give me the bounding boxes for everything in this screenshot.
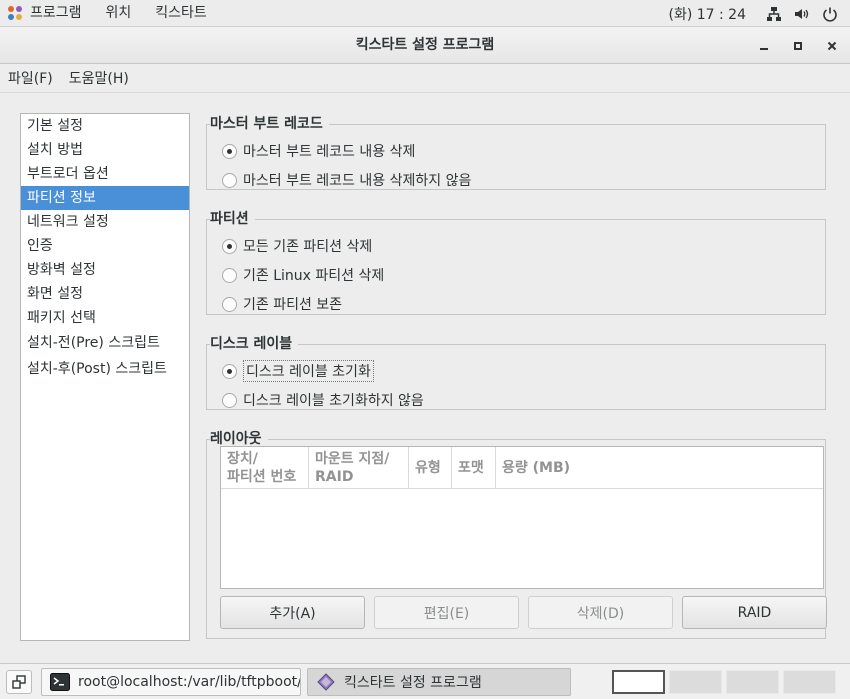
help-menu[interactable]: 도움말(H) — [61, 68, 137, 88]
remove-linux-partitions-label: 기존 Linux 파티션 삭제 — [243, 268, 385, 284]
taskbar-kickstart-label: 킥스타트 설정 프로그램 — [344, 675, 482, 691]
partitions-group-title: 파티션 — [210, 210, 255, 228]
taskbar: root@localhost:/var/lib/tftpboot/px… 킥스타… — [0, 663, 850, 699]
sidebar-item-packages[interactable]: 패키지 선택 — [21, 306, 189, 330]
taskbar-kickstart-button[interactable]: 킥스타트 설정 프로그램 — [307, 668, 571, 696]
minimize-icon — [760, 48, 768, 50]
power-icon[interactable] — [822, 6, 838, 22]
preserve-partitions-label: 기존 파티션 보존 — [243, 297, 343, 313]
workspace-3[interactable] — [726, 670, 779, 694]
menubar: 파일(F) 도움말(H) — [0, 64, 850, 93]
applications-label: 프로그램 — [30, 4, 82, 21]
remove-linux-partitions-option[interactable]: 기존 Linux 파티션 삭제 — [222, 265, 384, 285]
no-init-disklabel-option[interactable]: 디스크 레이블 초기화하지 않음 — [222, 390, 424, 410]
radio-button[interactable] — [222, 363, 237, 379]
workspace-4[interactable] — [783, 670, 836, 694]
applications-icon — [8, 6, 22, 20]
taskbar-terminal-button[interactable]: root@localhost:/var/lib/tftpboot/px… — [41, 668, 301, 696]
maximize-button[interactable] — [788, 36, 808, 56]
mbr-group-title: 마스터 부트 레코드 — [210, 115, 329, 133]
column-size[interactable]: 용량 (MB) — [496, 447, 823, 488]
no-init-disklabel-label: 디스크 레이블 초기화하지 않음 — [243, 393, 424, 409]
remove-all-partitions-label: 모든 기존 파티션 삭제 — [243, 239, 373, 255]
layout-group: 레이아웃 장치/ 파티션 번호 마운트 지점/ RAID 유형 포맷 용량 (M… — [206, 430, 827, 640]
radio-button[interactable] — [222, 172, 237, 188]
radio-button[interactable] — [222, 296, 237, 312]
radio-button[interactable] — [222, 143, 237, 159]
radio-button[interactable] — [222, 392, 237, 408]
sidebar-item-install-method[interactable]: 설치 방법 — [21, 138, 189, 162]
column-format[interactable]: 포맷 — [452, 447, 496, 488]
sidebar-item-display[interactable]: 화면 설정 — [21, 282, 189, 306]
mbr-keep-label: 마스터 부트 레코드 내용 삭제하지 않음 — [243, 173, 472, 189]
partition-table[interactable]: 장치/ 파티션 번호 마운트 지점/ RAID 유형 포맷 용량 (MB) — [220, 446, 824, 589]
mbr-clear-label: 마스터 부트 레코드 내용 삭제 — [243, 144, 416, 160]
edit-partition-button[interactable]: 편집(E) — [374, 596, 519, 629]
taskbar-terminal-label: root@localhost:/var/lib/tftpboot/px… — [78, 674, 301, 690]
workspace-2[interactable] — [669, 670, 722, 694]
sidebar-item-auth[interactable]: 인증 — [21, 234, 189, 258]
network-icon[interactable] — [766, 6, 782, 22]
maximize-icon — [794, 42, 802, 50]
remove-all-partitions-option[interactable]: 모든 기존 파티션 삭제 — [222, 236, 372, 256]
mbr-clear-option[interactable]: 마스터 부트 레코드 내용 삭제 — [222, 141, 415, 161]
column-type[interactable]: 유형 — [409, 447, 452, 488]
init-disklabel-label: 디스크 레이블 초기화 — [243, 360, 374, 382]
minimize-button[interactable] — [754, 36, 774, 56]
sidebar-item-pre-script[interactable]: 설치-전(Pre) 스크립트 — [21, 330, 189, 356]
raid-button[interactable]: RAID — [682, 596, 827, 629]
disklabel-group-title: 디스크 레이블 — [210, 335, 299, 353]
delete-partition-button[interactable]: 삭제(D) — [528, 596, 673, 629]
workspace-1[interactable] — [612, 670, 665, 694]
mbr-group: 마스터 부트 레코드 마스터 부트 레코드 내용 삭제 마스터 부트 레코드 내… — [206, 115, 826, 191]
top-panel: 프로그램 위치 킥스타트 (화) 17 : 24 — [0, 0, 850, 27]
close-icon — [827, 41, 837, 51]
clock[interactable]: (화) 17 : 24 — [668, 4, 746, 24]
terminal-icon — [50, 673, 70, 691]
category-list: 기본 설정 설치 방법 부트로더 옵션 파티션 정보 네트워크 설정 인증 방화… — [20, 113, 190, 641]
sidebar-item-basic[interactable]: 기본 설정 — [21, 114, 189, 138]
volume-icon[interactable] — [794, 6, 810, 22]
window-title: 킥스타트 설정 프로그램 — [355, 37, 495, 53]
radio-button[interactable] — [222, 238, 237, 254]
kickstart-app-icon — [316, 673, 336, 691]
partitions-group: 파티션 모든 기존 파티션 삭제 기존 Linux 파티션 삭제 기존 파티션 … — [206, 210, 826, 316]
partition-table-header: 장치/ 파티션 번호 마운트 지점/ RAID 유형 포맷 용량 (MB) — [221, 447, 823, 489]
disklabel-group: 디스크 레이블 디스크 레이블 초기화 디스크 레이블 초기화하지 않음 — [206, 335, 826, 411]
sidebar-item-bootloader[interactable]: 부트로더 옵션 — [21, 162, 189, 186]
places-menu[interactable]: 위치 — [94, 0, 144, 27]
init-disklabel-option[interactable]: 디스크 레이블 초기화 — [222, 360, 374, 382]
window-titlebar[interactable]: 킥스타트 설정 프로그램 — [0, 27, 850, 64]
preserve-partitions-option[interactable]: 기존 파티션 보존 — [222, 294, 342, 314]
mbr-keep-option[interactable]: 마스터 부트 레코드 내용 삭제하지 않음 — [222, 170, 471, 190]
add-partition-button[interactable]: 추가(A) — [220, 596, 365, 629]
file-menu[interactable]: 파일(F) — [0, 68, 61, 88]
sidebar-item-firewall[interactable]: 방화벽 설정 — [21, 258, 189, 282]
close-button[interactable] — [822, 36, 842, 56]
sidebar-item-partition[interactable]: 파티션 정보 — [21, 186, 189, 210]
radio-button[interactable] — [222, 267, 237, 283]
sidebar-item-network[interactable]: 네트워크 설정 — [21, 210, 189, 234]
column-mount[interactable]: 마운트 지점/ RAID — [309, 447, 409, 488]
show-desktop-button[interactable] — [6, 670, 32, 694]
applications-menu[interactable]: 프로그램 — [0, 0, 94, 27]
show-desktop-icon — [12, 675, 26, 689]
sidebar-item-post-script[interactable]: 설치-후(Post) 스크립트 — [21, 356, 189, 382]
kickstart-menu[interactable]: 킥스타트 — [143, 0, 219, 27]
column-device[interactable]: 장치/ 파티션 번호 — [221, 447, 309, 488]
